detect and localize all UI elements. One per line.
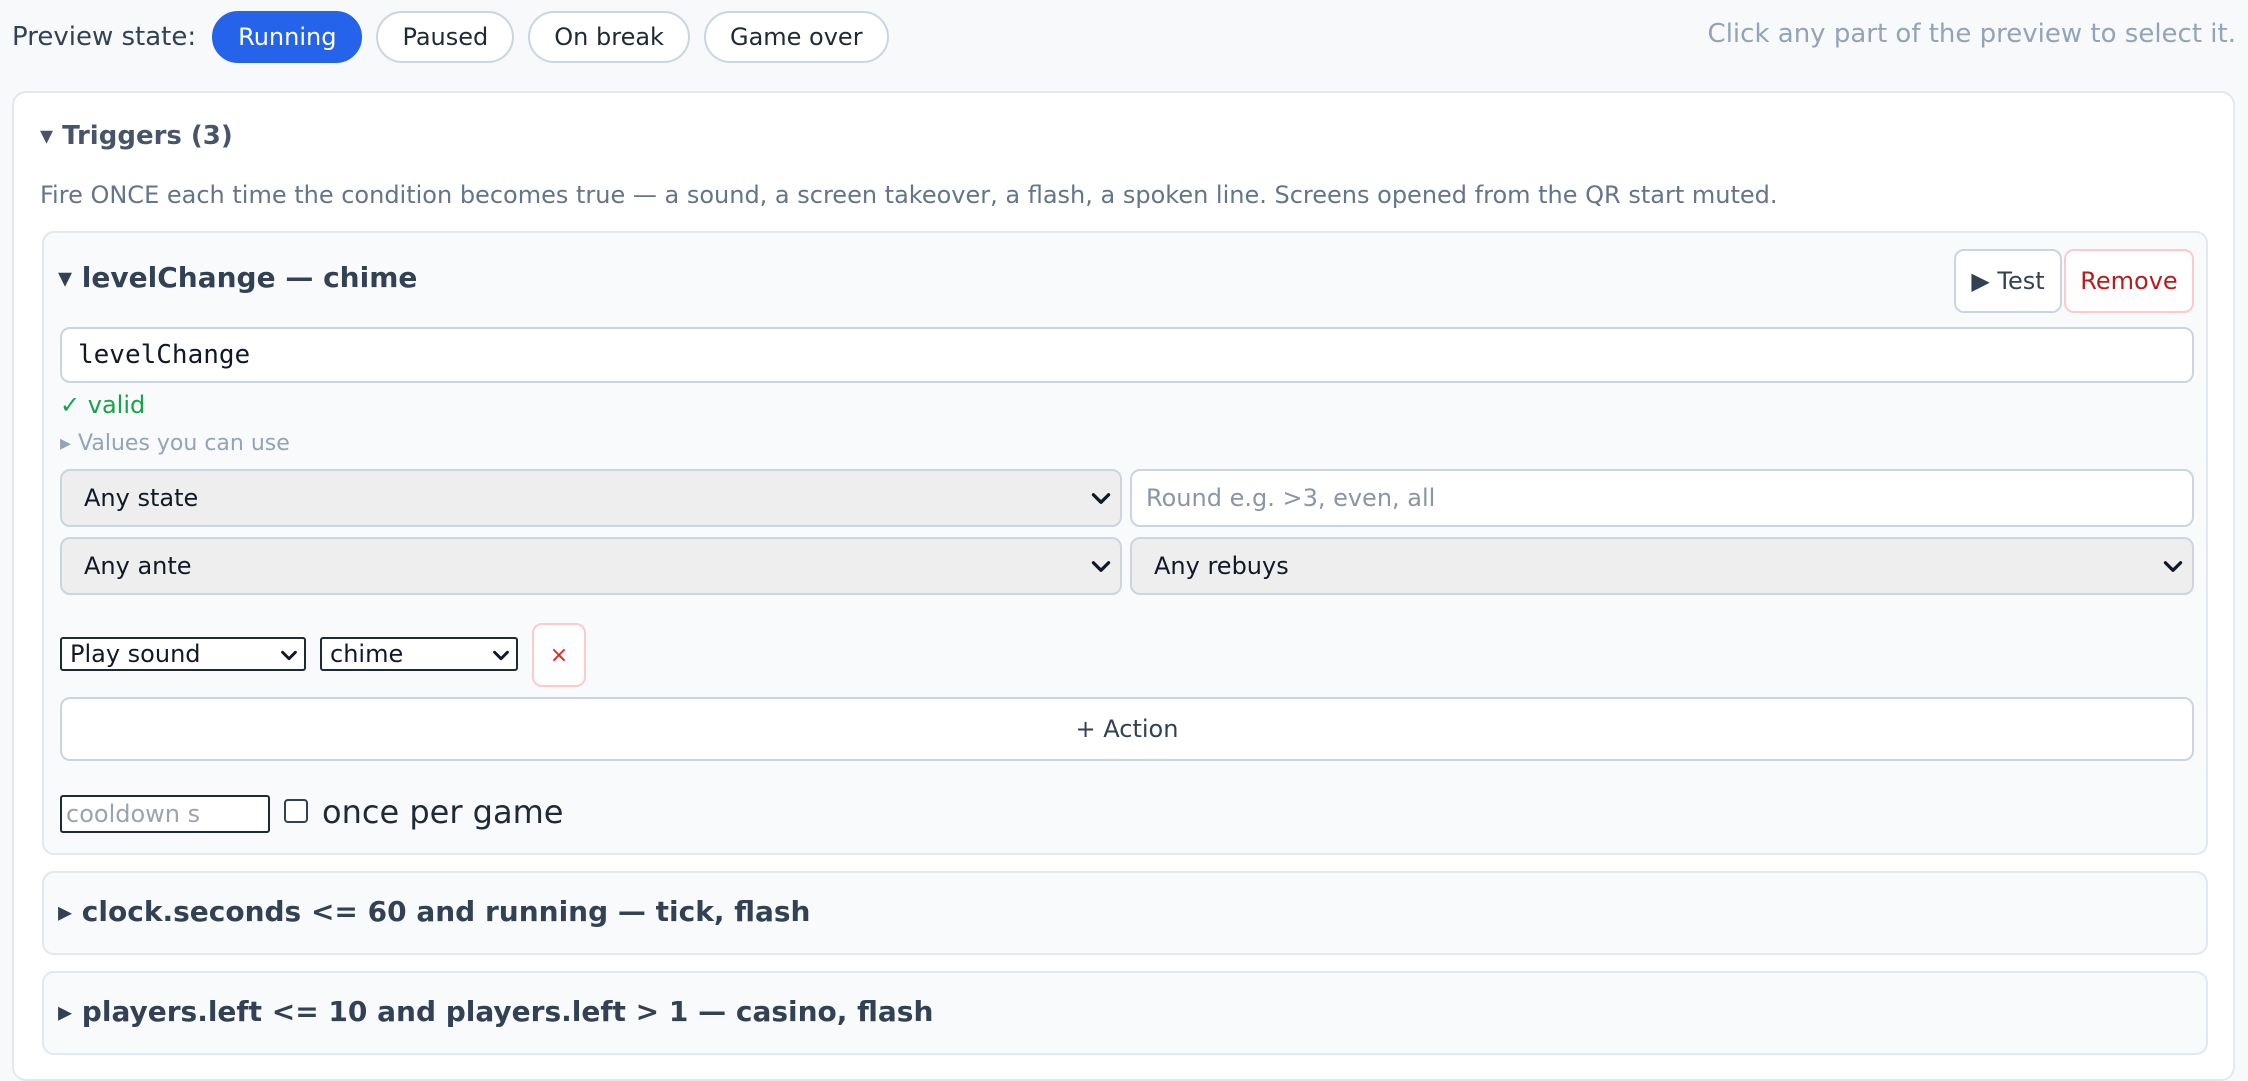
rebuys-filter-value: Any rebuys xyxy=(1154,552,1289,580)
add-action-button[interactable]: + Action xyxy=(60,697,2194,761)
once-per-game-checkbox[interactable] xyxy=(284,799,308,823)
trigger-card-toggle[interactable]: ▾ levelChange — chime xyxy=(58,261,417,294)
condition-input[interactable] xyxy=(60,327,2194,383)
trigger-card-toggle[interactable]: ▸ players.left <= 10 and players.left > … xyxy=(58,995,933,1028)
state-on-break-button[interactable]: On break xyxy=(528,11,690,63)
sound-value: chime xyxy=(330,640,404,668)
remove-action-button[interactable]: × xyxy=(532,623,586,687)
chevron-down-icon xyxy=(2163,561,2183,572)
rebuys-filter-select[interactable]: Any rebuys xyxy=(1130,537,2194,595)
ante-filter-select[interactable]: Any ante xyxy=(60,537,1122,595)
state-running-button[interactable]: Running xyxy=(212,11,363,63)
chevron-down-icon xyxy=(1091,561,1111,572)
trigger-card-clock[interactable]: ▸ clock.seconds <= 60 and running — tick… xyxy=(42,871,2208,955)
cooldown-input[interactable] xyxy=(60,795,270,833)
chevron-down-icon xyxy=(493,650,509,661)
remove-trigger-button[interactable]: Remove xyxy=(2064,249,2194,313)
round-filter-input[interactable] xyxy=(1130,469,2194,527)
sound-select[interactable]: chime xyxy=(320,637,518,671)
state-paused-button[interactable]: Paused xyxy=(376,11,515,63)
preview-state-label: Preview state: xyxy=(12,22,197,52)
select-hint: Click any part of the preview to select … xyxy=(1707,19,2236,49)
once-per-game-label: once per game xyxy=(322,793,564,831)
action-type-select[interactable]: Play sound xyxy=(60,637,306,671)
state-filter-select[interactable]: Any state xyxy=(60,469,1122,527)
triggers-description: Fire ONCE each time the condition become… xyxy=(40,181,1778,209)
test-trigger-button[interactable]: ▶ Test xyxy=(1954,249,2062,313)
state-game-over-button[interactable]: Game over xyxy=(703,11,889,63)
chevron-down-icon xyxy=(281,650,297,661)
preview-state-bar: Preview state: Running Paused On break G… xyxy=(0,0,2248,74)
triggers-section-toggle[interactable]: ▾ Triggers (3) xyxy=(40,121,233,151)
trigger-card-players[interactable]: ▸ players.left <= 10 and players.left > … xyxy=(42,971,2208,1055)
triggers-panel: ▾ Triggers (3) Fire ONCE each time the c… xyxy=(12,91,2235,1081)
state-filter-value: Any state xyxy=(84,484,199,512)
validity-status: ✓ valid xyxy=(60,391,146,419)
values-you-can-use-toggle[interactable]: ▸ Values you can use xyxy=(60,431,290,456)
trigger-card-level-change: ▾ levelChange — chime ▶ Test Remove ✓ va… xyxy=(42,231,2208,855)
chevron-down-icon xyxy=(1091,493,1111,504)
action-type-value: Play sound xyxy=(70,640,201,668)
ante-filter-value: Any ante xyxy=(84,552,192,580)
trigger-card-toggle[interactable]: ▸ clock.seconds <= 60 and running — tick… xyxy=(58,895,811,928)
